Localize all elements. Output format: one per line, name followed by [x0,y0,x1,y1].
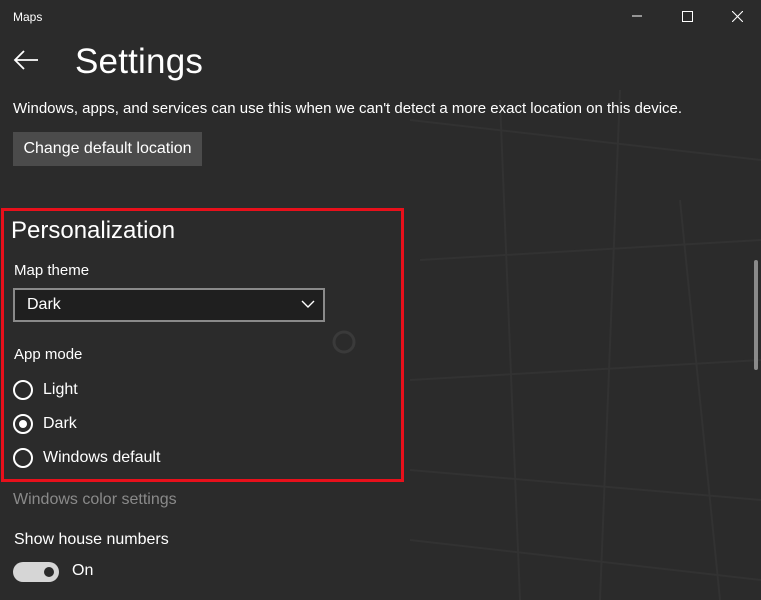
settings-content: Windows, apps, and services can use this… [0,92,761,600]
house-numbers-state: On [72,562,94,579]
title-bar: Maps [0,0,761,32]
chevron-down-icon [301,300,315,308]
personalization-highlight [1,208,404,482]
radio-light[interactable] [13,380,33,400]
house-numbers-toggle[interactable] [13,562,59,582]
app-title: Maps [13,10,43,24]
maximize-button[interactable] [664,0,710,32]
personalization-title: Personalization [11,217,176,244]
app-mode-option-windows-default[interactable]: Windows default [13,447,160,469]
radio-label-windows-default: Windows default [43,449,161,466]
radio-label-light: Light [43,381,78,398]
windows-color-settings-link[interactable]: Windows color settings [13,491,177,509]
change-default-location-button[interactable]: Change default location [13,132,202,166]
default-location-description: Windows, apps, and services can use this… [13,100,683,117]
back-button[interactable] [12,46,40,74]
back-arrow-icon [13,50,38,70]
settings-header: Settings [0,32,761,92]
minimize-button[interactable] [614,0,660,32]
map-theme-dropdown[interactable]: Dark [13,288,325,322]
page-title: Settings [75,42,204,81]
toggle-knob [44,567,54,577]
scrollbar[interactable] [754,260,758,370]
close-icon [731,10,743,22]
close-button[interactable] [714,0,760,32]
maximize-icon [681,10,693,22]
minimize-icon [632,15,642,17]
map-theme-selected: Dark [27,296,61,313]
app-mode-option-dark[interactable]: Dark [13,413,77,435]
app-mode-option-light[interactable]: Light [13,379,78,401]
map-theme-label: Map theme [14,262,90,279]
radio-label-dark: Dark [43,415,77,432]
app-mode-label: App mode [14,346,83,363]
house-numbers-label: Show house numbers [14,531,169,548]
radio-dark[interactable] [13,414,33,434]
radio-windows-default[interactable] [13,448,33,468]
